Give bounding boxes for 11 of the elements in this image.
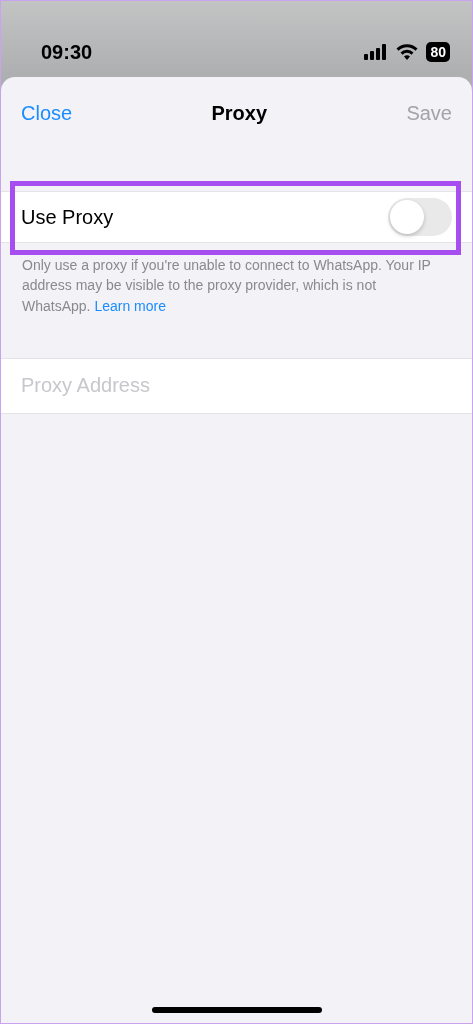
learn-more-link[interactable]: Learn more <box>94 297 166 314</box>
setting-label: Use Proxy <box>21 205 114 230</box>
screen-title: Proxy <box>211 101 268 126</box>
battery-level: 80 <box>426 42 450 62</box>
input-field[interactable]: Proxy Address <box>1 357 472 414</box>
footnote-text: Only use a proxy if you're unable to connect to WhatsApp. Your IP address may be visible to the proxy provider, which is not WhatsApp. Learn more <box>21 256 432 316</box>
signal-icon <box>364 44 389 60</box>
wifi-icon <box>396 44 419 60</box>
status-time: 09:30 <box>41 40 93 65</box>
toggle-switch[interactable] <box>388 198 452 236</box>
close-button[interactable]: Close <box>21 98 73 128</box>
